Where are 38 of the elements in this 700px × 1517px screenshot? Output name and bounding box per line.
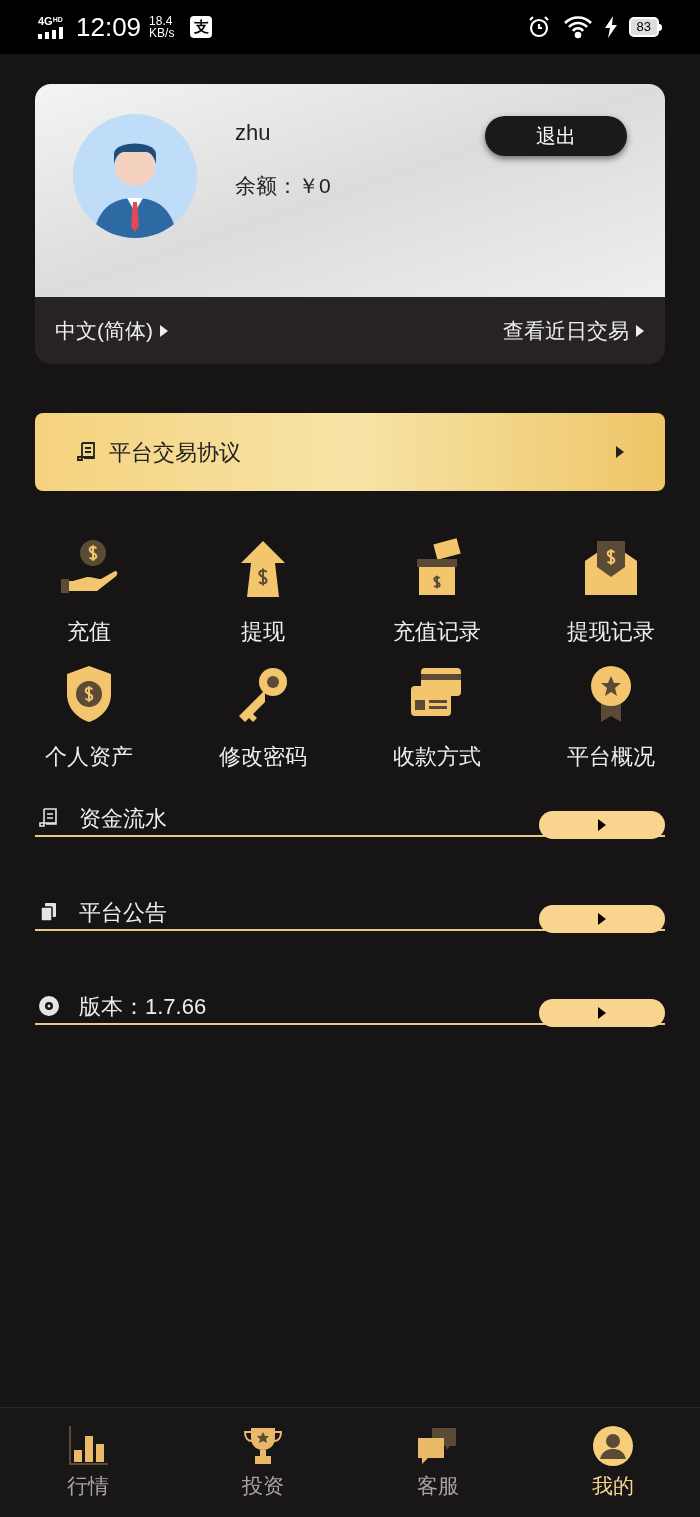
speed-unit: KB/s: [149, 27, 175, 39]
clock: 12:09: [76, 10, 142, 44]
menu-row[interactable]: 资金流水: [35, 801, 665, 837]
tab[interactable]: 行情: [0, 1408, 175, 1517]
feature-shortcut[interactable]: 收款方式: [350, 662, 524, 773]
tab[interactable]: 我的: [525, 1408, 700, 1517]
app-notification-icon: 支: [190, 16, 213, 38]
charging-icon: [604, 16, 617, 38]
arrow-right-icon: [635, 323, 645, 338]
speed-value: 18.4: [149, 15, 174, 27]
feature-shortcut[interactable]: 个人资产: [2, 662, 176, 773]
balance-text: 余额：￥0: [235, 173, 332, 199]
feature-shortcut[interactable]: 提现: [176, 537, 350, 648]
arrow-right-icon: [597, 912, 607, 926]
feature-shortcut[interactable]: 充值记录: [350, 537, 524, 648]
tab[interactable]: 投资: [175, 1408, 350, 1517]
feature-shortcut[interactable]: 修改密码: [176, 662, 350, 773]
battery-indicator: 83: [628, 17, 662, 37]
agreement-bar[interactable]: 平台交易协议: [35, 413, 665, 491]
arrow-right-icon: [597, 818, 607, 832]
menu-row[interactable]: 版本：1.7.66: [35, 989, 665, 1025]
feature-shortcut[interactable]: 平台概况: [524, 662, 698, 773]
wifi-icon: [562, 15, 593, 39]
recent-transactions-link[interactable]: 查看近日交易: [503, 314, 645, 347]
agreement-label: 平台交易协议: [109, 438, 241, 467]
tab[interactable]: 客服: [350, 1408, 525, 1517]
logout-button[interactable]: 退出: [485, 116, 627, 156]
arrow-right-icon: [597, 1006, 607, 1020]
disc-icon: [37, 994, 61, 1018]
username: zhu: [235, 119, 271, 147]
menu-row[interactable]: 平台公告: [35, 895, 665, 931]
network-label: 4G: [38, 15, 53, 27]
feature-shortcut[interactable]: 充值: [2, 537, 176, 648]
feature-shortcut[interactable]: 提现记录: [524, 537, 698, 648]
arrow-right-icon: [615, 445, 625, 459]
user-icon: [590, 1423, 635, 1468]
language-selector[interactable]: 中文(简体): [55, 314, 169, 347]
arrow-right-icon: [159, 323, 169, 338]
